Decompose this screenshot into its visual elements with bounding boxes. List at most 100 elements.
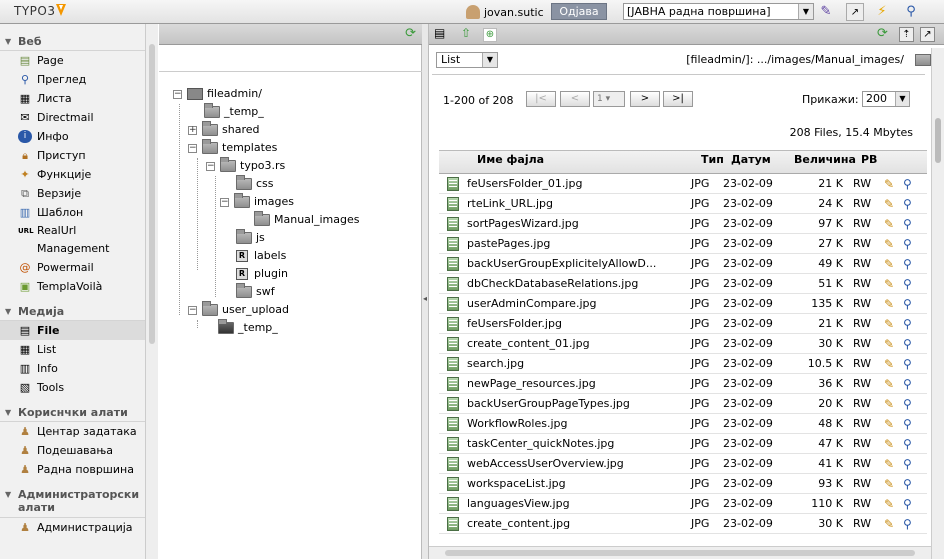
image-file-icon[interactable]: [447, 197, 459, 211]
edit-pencil-icon[interactable]: ✎: [884, 274, 894, 294]
group-media[interactable]: ▼ Медија: [0, 302, 157, 321]
tree-node-js[interactable]: js: [236, 229, 265, 247]
module-realurl[interactable]: URL RealUrl Management: [0, 222, 157, 258]
module-access[interactable]: 🔒︎ Приступ: [0, 146, 157, 165]
file-list-scrollbar[interactable]: [931, 48, 944, 559]
module-template[interactable]: ▥ Шаблон: [0, 203, 157, 222]
view-magnifier-icon[interactable]: ⚲: [903, 234, 912, 254]
tree-node-labels[interactable]: Rlabels: [236, 247, 286, 265]
logout-button[interactable]: Одјава: [551, 3, 607, 20]
collapse-icon[interactable]: −: [188, 143, 197, 153]
image-file-icon[interactable]: [447, 337, 459, 351]
expand-icon[interactable]: +: [188, 125, 197, 135]
edit-pencil-icon[interactable]: ✎: [884, 214, 894, 234]
upload-icon[interactable]: ⇧: [461, 26, 471, 40]
tree-node-plugin[interactable]: Rplugin: [236, 265, 288, 283]
table-row[interactable]: pastePages.jpg JPG 23-02-09 27 K RW ✎ ⚲: [439, 234, 927, 254]
edit-pencil-icon[interactable]: ✎: [884, 314, 894, 334]
table-row[interactable]: userAdminCompare.jpg JPG 23-02-09 135 K RW ✎ ⚲: [439, 294, 927, 314]
file-name[interactable]: dbCheckDatabaseRelations.jpg: [467, 274, 665, 294]
view-magnifier-icon[interactable]: ⚲: [903, 334, 912, 354]
edit-pencil-icon[interactable]: ✎: [884, 394, 894, 414]
edit-pencil-icon[interactable]: ✎: [884, 294, 894, 314]
table-row[interactable]: backUserGroupExplicitelyAllowD... JPG 23-0…: [439, 254, 927, 274]
tree-node-css[interactable]: css: [236, 175, 274, 193]
edit-pencil-icon[interactable]: ✎: [884, 434, 894, 454]
edit-pencil-icon[interactable]: ✎: [884, 474, 894, 494]
col-date-header[interactable]: Датум: [731, 153, 771, 166]
file-name[interactable]: webAccessUserOverview.jpg: [467, 454, 665, 474]
first-page-button[interactable]: |<: [526, 91, 556, 107]
view-magnifier-icon[interactable]: ⚲: [903, 514, 912, 534]
edit-pencil-icon[interactable]: ✎: [884, 414, 894, 434]
file-name[interactable]: newPage_resources.jpg: [467, 374, 665, 394]
edit-pencil-icon[interactable]: ✎: [884, 454, 894, 474]
table-row[interactable]: backUserGroupPageTypes.jpg JPG 23-02-09 20 …: [439, 394, 927, 414]
module-file[interactable]: ▤ File: [0, 321, 157, 340]
module-powermail[interactable]: @ Powermail: [0, 258, 157, 277]
table-row[interactable]: feUsersFolder_01.jpg JPG 23-02-09 21 K RW ✎ ⚲: [439, 174, 927, 194]
collapse-icon[interactable]: −: [206, 161, 215, 171]
new-folder-icon[interactable]: ▤: [434, 26, 445, 40]
clear-cache-icon[interactable]: ⚡: [873, 3, 891, 21]
table-row[interactable]: languagesView.jpg JPG 23-02-09 110 K RW ✎ ⚲: [439, 494, 927, 514]
edit-pencil-icon[interactable]: ✎: [884, 234, 894, 254]
file-name[interactable]: pastePages.jpg: [467, 234, 665, 254]
table-row[interactable]: webAccessUserOverview.jpg JPG 23-02-09 41 K…: [439, 454, 927, 474]
table-row[interactable]: create_content_01.jpg JPG 23-02-09 30 K RW ✎ ⚲: [439, 334, 927, 354]
view-magnifier-icon[interactable]: ⚲: [903, 194, 912, 214]
file-name[interactable]: create_content_01.jpg: [467, 334, 665, 354]
image-file-icon[interactable]: [447, 517, 459, 531]
col-name-header[interactable]: Име фајла: [477, 153, 544, 166]
table-row[interactable]: create_content.jpg JPG 23-02-09 30 K RW ✎ ⚲: [439, 514, 927, 534]
image-file-icon[interactable]: [447, 397, 459, 411]
view-magnifier-icon[interactable]: ⚲: [903, 454, 912, 474]
tree-node-swf[interactable]: swf: [236, 283, 275, 301]
module-templavoila[interactable]: ▣ TemplaVoilà: [0, 277, 157, 296]
view-magnifier-icon[interactable]: ⚲: [903, 314, 912, 334]
pane-resize-handle[interactable]: ◂: [422, 24, 429, 559]
prev-page-button[interactable]: <: [560, 91, 590, 107]
module-menu-scrollbar[interactable]: [145, 24, 158, 559]
image-file-icon[interactable]: [447, 277, 459, 291]
collapse-icon[interactable]: −: [220, 197, 229, 207]
view-magnifier-icon[interactable]: ⚲: [903, 214, 912, 234]
user-info[interactable]: jovan.sutic: [466, 3, 544, 21]
module-settings[interactable]: ♟ Подешавања: [0, 441, 157, 460]
collapse-icon[interactable]: −: [188, 305, 197, 315]
file-name[interactable]: backUserGroupPageTypes.jpg: [467, 394, 665, 414]
collapse-icon[interactable]: −: [173, 89, 182, 99]
module-media-info[interactable]: ▥ Info: [0, 359, 157, 378]
module-task-center[interactable]: ♟ Центар задатака: [0, 422, 157, 441]
scrollbar-thumb[interactable]: [445, 550, 915, 556]
table-row[interactable]: feUsersFolder.jpg JPG 23-02-09 21 K RW ✎ ⚲: [439, 314, 927, 334]
horizontal-scrollbar[interactable]: [429, 546, 931, 559]
edit-pencil-icon[interactable]: ✎: [884, 194, 894, 214]
workspace-icon[interactable]: ✎: [817, 3, 835, 21]
file-name[interactable]: sortPagesWizard.jpg: [467, 214, 665, 234]
page-select[interactable]: 1 ▾: [593, 91, 625, 107]
edit-pencil-icon[interactable]: ✎: [884, 514, 894, 534]
up-level-icon[interactable]: ⇡: [899, 27, 914, 42]
file-name[interactable]: search.jpg: [467, 354, 665, 374]
table-row[interactable]: workspaceList.jpg JPG 23-02-09 93 K RW ✎ ⚲: [439, 474, 927, 494]
module-administration[interactable]: ♟ Администрација: [0, 518, 157, 537]
view-magnifier-icon[interactable]: ⚲: [903, 174, 912, 194]
image-file-icon[interactable]: [447, 177, 459, 191]
module-list[interactable]: ▦ Листа: [0, 89, 157, 108]
image-file-icon[interactable]: [447, 457, 459, 471]
file-name[interactable]: taskCenter_quickNotes.jpg: [467, 434, 665, 454]
table-row[interactable]: newPage_resources.jpg JPG 23-02-09 36 K RW ✎ ⚲: [439, 374, 927, 394]
image-file-icon[interactable]: [447, 377, 459, 391]
view-magnifier-icon[interactable]: ⚲: [903, 274, 912, 294]
edit-pencil-icon[interactable]: ✎: [884, 174, 894, 194]
image-file-icon[interactable]: [447, 317, 459, 331]
table-row[interactable]: rteLink_URL.jpg JPG 23-02-09 24 K RW ✎ ⚲: [439, 194, 927, 214]
file-name[interactable]: workspaceList.jpg: [467, 474, 665, 494]
file-name[interactable]: WorkflowRoles.jpg: [467, 414, 665, 434]
module-media-tools[interactable]: ▧ Tools: [0, 378, 157, 397]
edit-pencil-icon[interactable]: ✎: [884, 494, 894, 514]
group-web[interactable]: ▼ Веб: [0, 32, 157, 51]
workspace-select[interactable]: [ЈАВНА радна површина] ▼: [623, 3, 814, 20]
file-name[interactable]: feUsersFolder.jpg: [467, 314, 665, 334]
